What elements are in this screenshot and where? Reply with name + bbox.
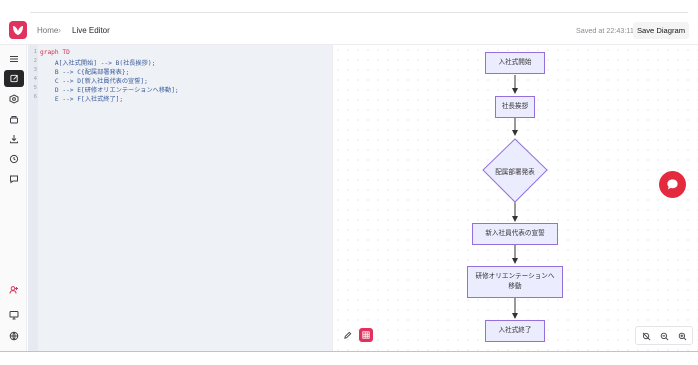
zoom-in-button[interactable]	[676, 330, 688, 342]
comment-icon	[10, 175, 18, 183]
grid-icon	[362, 331, 370, 339]
code-line[interactable]: C --> D[新入社員代表の宣誓];	[40, 76, 148, 85]
node-c-label[interactable]: 配属部署発表	[483, 166, 547, 176]
save-diagram-button[interactable]: Save Diagram	[633, 22, 689, 39]
node-f[interactable]: 入社式終了	[485, 320, 545, 342]
monitor-icon	[9, 310, 19, 319]
line-number: 2	[33, 58, 37, 64]
reset-zoom-button[interactable]	[640, 330, 652, 342]
sidebar	[0, 45, 27, 351]
history-button[interactable]	[4, 150, 24, 167]
flowchart-edges	[482, 75, 548, 319]
code-line[interactable]: E --> F[入社式終了];	[40, 94, 123, 103]
globe-icon	[9, 331, 19, 340]
breadcrumb-home[interactable]: Home	[37, 26, 58, 35]
sample-diagram-icon	[10, 115, 18, 123]
comments-button[interactable]	[4, 170, 24, 187]
code-line[interactable]: D --> E[研修オリエンテーションへ移動];	[40, 85, 179, 94]
header-bar: Home › Live Editor Saved at 22:43:11 Sav…	[0, 16, 698, 45]
code-edit-icon	[9, 74, 18, 83]
add-user-icon	[9, 285, 18, 294]
mermaid-logo-icon	[13, 26, 23, 35]
line-number: 5	[33, 85, 37, 91]
pencil-icon	[343, 331, 351, 339]
code-line[interactable]: B --> C{配属部署発表};	[40, 67, 129, 76]
line-number: 3	[33, 67, 37, 73]
node-d[interactable]: 新入社員代表の宣誓	[472, 223, 558, 245]
export-button[interactable]	[4, 130, 24, 147]
grid-toggle-button[interactable]	[359, 328, 373, 342]
line-number-gutter: 1 2 3 4 5 6	[28, 45, 38, 351]
zoom-out-button[interactable]	[658, 330, 670, 342]
present-button[interactable]	[4, 306, 24, 323]
live-editor-app: Home › Live Editor Saved at 22:43:11 Sav…	[0, 0, 698, 365]
node-e-line2: 移動	[508, 283, 522, 290]
sample-diagrams-button[interactable]	[4, 110, 24, 127]
edit-button[interactable]	[340, 328, 354, 342]
code-line[interactable]: A[入社式開始] --> B(社長挨拶);	[40, 58, 155, 67]
history-icon	[9, 154, 19, 163]
zoom-out-icon	[660, 332, 668, 340]
code-line[interactable]: graph TD	[40, 49, 70, 56]
line-number: 4	[33, 76, 37, 82]
saved-status: Saved at 22:43:11	[576, 26, 634, 35]
menu-icon	[10, 55, 18, 62]
top-divider	[30, 12, 688, 13]
line-number: 6	[33, 94, 37, 100]
mermaid-logo[interactable]	[9, 21, 27, 39]
node-e-line1: 研修オリエンテーションへ	[475, 273, 555, 281]
config-button[interactable]	[4, 90, 24, 107]
bottom-divider	[0, 351, 698, 352]
config-icon	[9, 93, 19, 104]
chat-bubble-icon	[667, 179, 678, 190]
diagram-preview[interactable]: 入社式開始 社長挨拶 配属部署発表 新入社員代表の宣誓 研修オリエンテーションへ…	[332, 45, 698, 351]
language-button[interactable]	[4, 327, 24, 344]
breadcrumb-current: Live Editor	[72, 26, 110, 35]
zoom-controls	[635, 326, 693, 345]
add-user-button[interactable]	[4, 281, 24, 298]
line-number: 1	[33, 49, 37, 55]
code-tab-button[interactable]	[4, 70, 24, 87]
zoom-in-icon	[678, 332, 686, 340]
node-b[interactable]: 社長挨拶	[495, 96, 535, 118]
download-icon	[10, 134, 18, 143]
reset-zoom-icon	[642, 332, 650, 340]
node-a[interactable]: 入社式開始	[485, 52, 545, 74]
breadcrumb-separator-icon: ›	[58, 25, 61, 35]
node-e[interactable]: 研修オリエンテーションへ 移動	[467, 266, 563, 298]
code-editor[interactable]: 1 2 3 4 5 6 graph TD A[入社式開始] --> B(社長挨拶…	[28, 45, 332, 351]
chat-widget-button[interactable]	[659, 171, 686, 198]
menu-button[interactable]	[4, 50, 24, 67]
